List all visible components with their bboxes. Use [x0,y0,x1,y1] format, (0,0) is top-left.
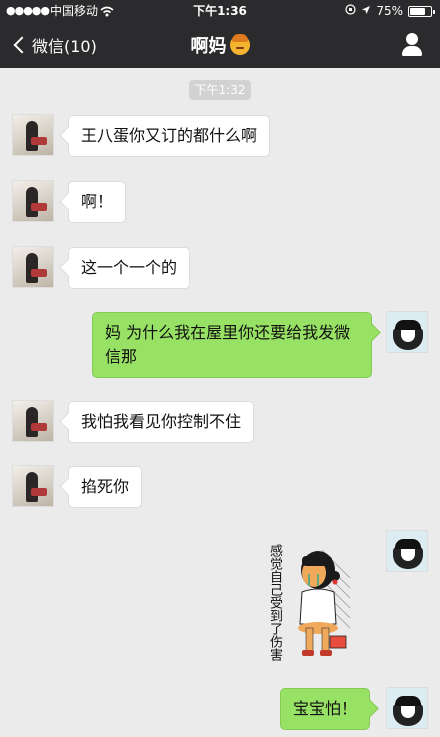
contact-avatar[interactable] [12,180,54,222]
back-label: 微信(10) [32,37,97,56]
my-avatar[interactable] [386,530,428,572]
message-bubble-incoming[interactable]: 王八蛋你又订的都什么啊 [68,115,271,157]
message-bubble-outgoing[interactable]: 妈 为什么我在屋里你还要给我发微信那 [92,312,372,378]
message-bubble-incoming[interactable]: 我怕我看见你控制不住 [68,401,255,443]
location-arrow-icon [361,0,371,22]
person-icon [406,33,418,45]
message-bubble-incoming[interactable]: 啊！ [68,181,127,223]
message-bubble-outgoing[interactable]: 宝宝怕！ [280,688,371,730]
contact-avatar[interactable] [12,246,54,288]
chat-info-button[interactable] [400,33,424,57]
contact-avatar[interactable] [12,400,54,442]
message-bubble-incoming[interactable]: 掐死你 [68,466,143,508]
chat-title-text: 啊妈 [190,36,227,57]
battery-percent: 75% [376,4,403,18]
battery-fill [410,7,425,15]
older-woman-emoji-icon [229,34,250,55]
status-right: 75% [345,0,435,22]
status-bar: ●●●●● 中国移动 下午1:36 75% [0,0,440,22]
chevron-left-icon [13,36,31,54]
contact-avatar[interactable] [12,114,54,156]
top-bar: ●●●●● 中国移动 下午1:36 75% 啊妈 微信(10) [0,0,440,68]
my-avatar[interactable] [386,311,428,353]
contact-avatar[interactable] [12,465,54,507]
back-button[interactable]: 微信(10) [12,22,97,68]
my-avatar[interactable] [386,687,428,729]
sticker-caption: 感觉自己受到了伤害 [267,544,282,661]
battery-icon [408,5,435,17]
message-timestamp: 下午1:32 [189,80,251,100]
chat-navigation-bar: 啊妈 微信(10) [0,22,440,68]
rotation-lock-icon [345,0,356,22]
message-bubble-incoming[interactable]: 这一个一个的 [68,247,191,289]
sticker-message[interactable]: 感觉自己受到了伤害 [262,540,372,662]
